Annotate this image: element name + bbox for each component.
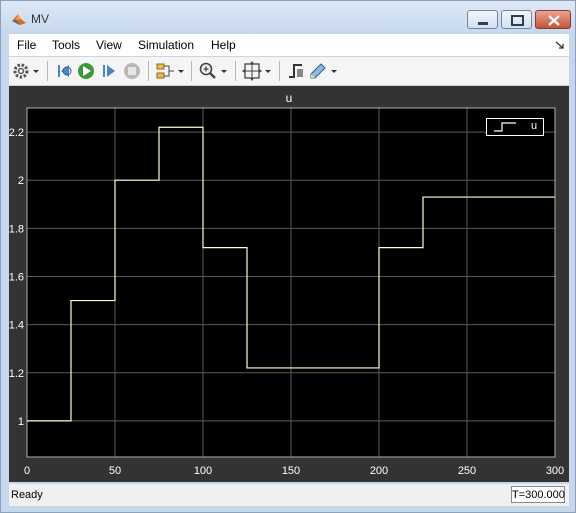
y-tick-label: 2.2 [9,127,24,139]
title-bar: MV [1,1,575,34]
x-tick-label: 150 [282,465,300,477]
legend-label: u [531,120,538,132]
menu-tools[interactable]: Tools [52,38,80,52]
menu-file[interactable]: File [17,38,36,52]
x-tick-label: 200 [370,465,388,477]
step-back-icon[interactable] [53,60,75,82]
autoscale-icon[interactable] [241,60,263,82]
toolbar [9,57,569,86]
toolbar-separator [235,61,236,81]
x-tick-label: 300 [546,465,564,477]
status-text: Ready [11,489,43,501]
style-dropdown-icon[interactable] [329,60,339,82]
trigger-icon[interactable] [285,60,307,82]
gear-dropdown-icon[interactable] [31,60,41,82]
matlab-logo-icon [11,11,27,27]
y-tick-label: 2 [18,175,24,187]
legend[interactable]: u [486,118,544,136]
signal-selector-icon[interactable] [154,60,176,82]
legend-line-icon [494,122,516,132]
x-tick-label: 0 [24,465,30,477]
stop-icon[interactable] [121,60,143,82]
y-tick-label: 1.4 [9,320,24,332]
toolbar-separator [279,61,280,81]
gear-icon[interactable] [11,60,33,82]
menu-simulation[interactable]: Simulation [138,38,194,52]
y-tick-label: 1.2 [9,368,24,380]
style-icon[interactable] [307,60,329,82]
x-tick-label: 100 [194,465,212,477]
signal-dropdown-icon[interactable] [176,60,186,82]
zoom-dropdown-icon[interactable] [219,60,229,82]
scope-plot-area: u 0 50 100 150 200 250 300 1 1.2 1.4 1.6 1.8 2 2.2 u [9,86,569,482]
minimize-button[interactable] [467,10,498,29]
menu-bar: File Tools View Simulation Help [9,34,569,56]
undock-arrow-icon[interactable] [555,39,565,49]
close-button[interactable] [535,10,571,29]
menu-help[interactable]: Help [211,38,236,52]
status-bar: Ready T=300.000 [9,484,569,506]
chart-axes[interactable]: 0 50 100 150 200 250 300 1 1.2 1.4 1.6 1.8 2 2.2 [9,86,569,482]
y-tick-label: 1 [18,416,24,428]
x-tick-label: 50 [109,465,121,477]
maximize-button[interactable] [501,10,532,29]
scope-window: MV File Tools View Simulation Help u 0 5… [0,0,576,513]
toolbar-separator [191,61,192,81]
zoom-icon[interactable] [197,60,219,82]
x-tick-label: 250 [458,465,476,477]
simulation-time: T=300.000 [511,486,565,503]
autoscale-dropdown-icon[interactable] [263,60,273,82]
toolbar-separator [47,61,48,81]
window-title: MV [31,12,49,26]
menu-view[interactable]: View [96,38,122,52]
run-icon[interactable] [75,60,97,82]
y-tick-label: 1.8 [9,223,24,235]
step-forward-icon[interactable] [98,60,120,82]
y-tick-label: 1.6 [9,271,24,283]
toolbar-separator [148,61,149,81]
